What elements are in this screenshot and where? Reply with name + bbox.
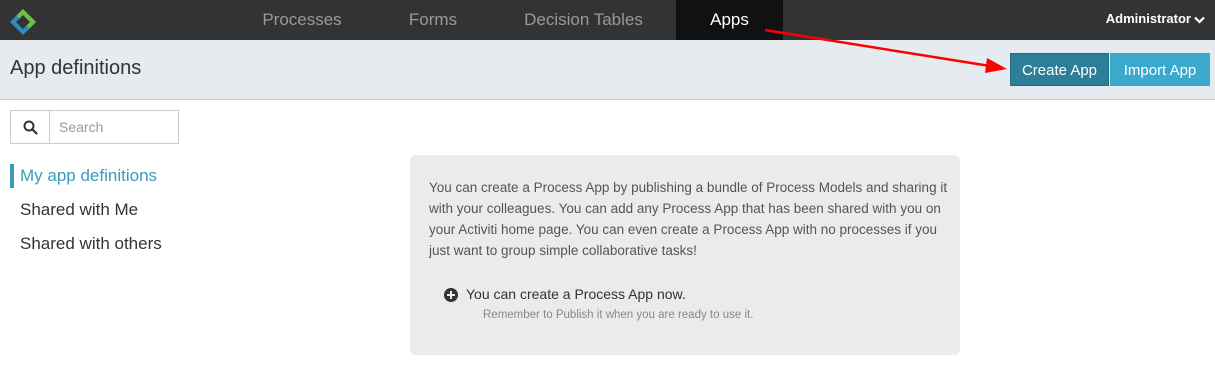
search-box (10, 110, 179, 144)
top-navbar: Processes Forms Decision Tables Apps Adm… (0, 0, 1215, 47)
import-app-button[interactable]: Import App (1110, 53, 1210, 86)
plus-circle-icon[interactable] (444, 288, 458, 302)
empty-state-description: You can create a Process App by publishi… (429, 180, 948, 258)
create-app-now-link[interactable]: You can create a Process App now. (466, 286, 686, 302)
sidebar-item-my-app-definitions[interactable]: My app definitions (10, 164, 210, 188)
sidebar-item-shared-with-others[interactable]: Shared with others (10, 232, 210, 256)
nav-apps[interactable]: Apps (676, 0, 783, 47)
app-logo-icon[interactable] (9, 8, 37, 36)
user-menu[interactable]: Administrator (1106, 0, 1205, 40)
page-title: App definitions (10, 57, 142, 79)
publish-hint: Remember to Publish it when you are read… (483, 309, 754, 321)
page-header: App definitions Create App Import App (0, 40, 1215, 100)
search-icon (23, 120, 38, 135)
sidebar-item-shared-with-me[interactable]: Shared with Me (10, 198, 210, 222)
user-name: Administrator (1105, 11, 1191, 26)
chevron-down-icon (1194, 16, 1205, 24)
nav-forms[interactable]: Forms (382, 0, 484, 40)
create-app-button[interactable]: Create App (1010, 53, 1109, 86)
empty-state-panel: You can create a Process App by publishi… (410, 155, 960, 355)
nav-apps-label: Apps (710, 10, 749, 29)
search-input[interactable] (51, 111, 178, 143)
nav-decision-tables[interactable]: Decision Tables (509, 0, 658, 40)
search-addon[interactable] (11, 111, 50, 143)
nav-processes[interactable]: Processes (237, 0, 367, 40)
